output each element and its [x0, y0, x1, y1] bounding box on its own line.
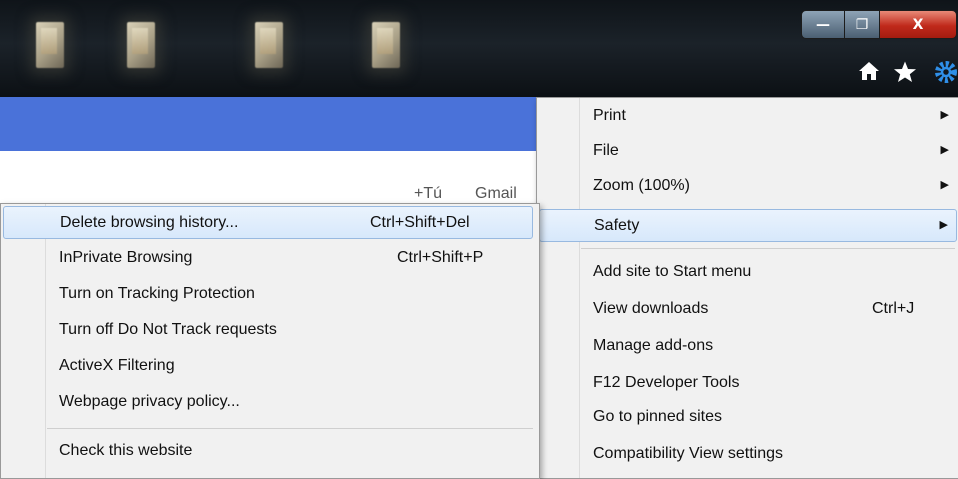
menu-item-privacy-policy[interactable]: Webpage privacy policy...	[45, 386, 535, 419]
favorites-icon[interactable]	[893, 60, 917, 88]
menu-item-print[interactable]: Print ▶	[579, 100, 957, 133]
home-icon[interactable]	[858, 60, 880, 86]
maximize-button[interactable]: ❐	[844, 10, 880, 39]
menu-item-zoom[interactable]: Zoom (100%) ▶	[579, 170, 957, 203]
menu-item-tracking-protection[interactable]: Turn on Tracking Protection	[45, 278, 535, 311]
maximize-icon: ❐	[855, 16, 869, 33]
menu-item-activex-filtering[interactable]: ActiveX Filtering	[45, 350, 535, 383]
menu-item-delete-history[interactable]: Delete browsing history... Ctrl+Shift+De…	[3, 206, 533, 239]
menu-separator	[47, 428, 533, 429]
tab-thumbnail[interactable]	[127, 22, 155, 68]
minimize-icon: —	[816, 16, 830, 33]
shortcut-label: Ctrl+Shift+Del	[370, 214, 470, 231]
menu-item-safety[interactable]: Safety ▶	[539, 209, 957, 242]
tab-thumbnail[interactable]	[36, 22, 64, 68]
plus-you-link[interactable]: +Tú	[414, 185, 442, 203]
menu-item-do-not-track[interactable]: Turn off Do Not Track requests	[45, 314, 535, 347]
gmail-link[interactable]: Gmail	[475, 185, 517, 203]
menu-separator	[581, 248, 955, 249]
chevron-right-icon: ▶	[939, 219, 948, 231]
menu-item-view-downloads[interactable]: View downloads Ctrl+J	[579, 293, 957, 326]
menu-item-pinned-sites[interactable]: Go to pinned sites	[579, 401, 957, 434]
tools-menu: Print ▶ File ▶ Zoom (100%) ▶ Safety ▶ Ad…	[536, 97, 958, 479]
menu-item-developer-tools[interactable]: F12 Developer Tools	[579, 367, 957, 400]
chevron-right-icon: ▶	[940, 109, 949, 121]
gear-icon[interactable]	[934, 60, 958, 88]
chevron-right-icon: ▶	[940, 179, 949, 191]
menu-item-inprivate[interactable]: InPrivate Browsing Ctrl+Shift+P	[45, 242, 535, 275]
title-bar: — ❐ X	[0, 0, 958, 97]
menu-item-file[interactable]: File ▶	[579, 135, 957, 168]
menu-item-check-website[interactable]: Check this website	[45, 435, 535, 468]
chevron-right-icon: ▶	[940, 144, 949, 156]
menu-item-compat-view[interactable]: Compatibility View settings	[579, 438, 957, 471]
menu-item-add-site-to-start[interactable]: Add site to Start menu	[579, 256, 957, 289]
tab-thumbnail[interactable]	[255, 22, 283, 68]
safety-submenu: Delete browsing history... Ctrl+Shift+De…	[0, 203, 540, 479]
menu-item-manage-addons[interactable]: Manage add-ons	[579, 330, 957, 363]
tab-thumbnail[interactable]	[372, 22, 400, 68]
shortcut-label: Ctrl+Shift+P	[397, 249, 484, 266]
minimize-button[interactable]: —	[801, 10, 845, 39]
close-icon: X	[912, 16, 924, 33]
close-button[interactable]: X	[879, 10, 957, 39]
shortcut-label: Ctrl+J	[872, 300, 915, 317]
